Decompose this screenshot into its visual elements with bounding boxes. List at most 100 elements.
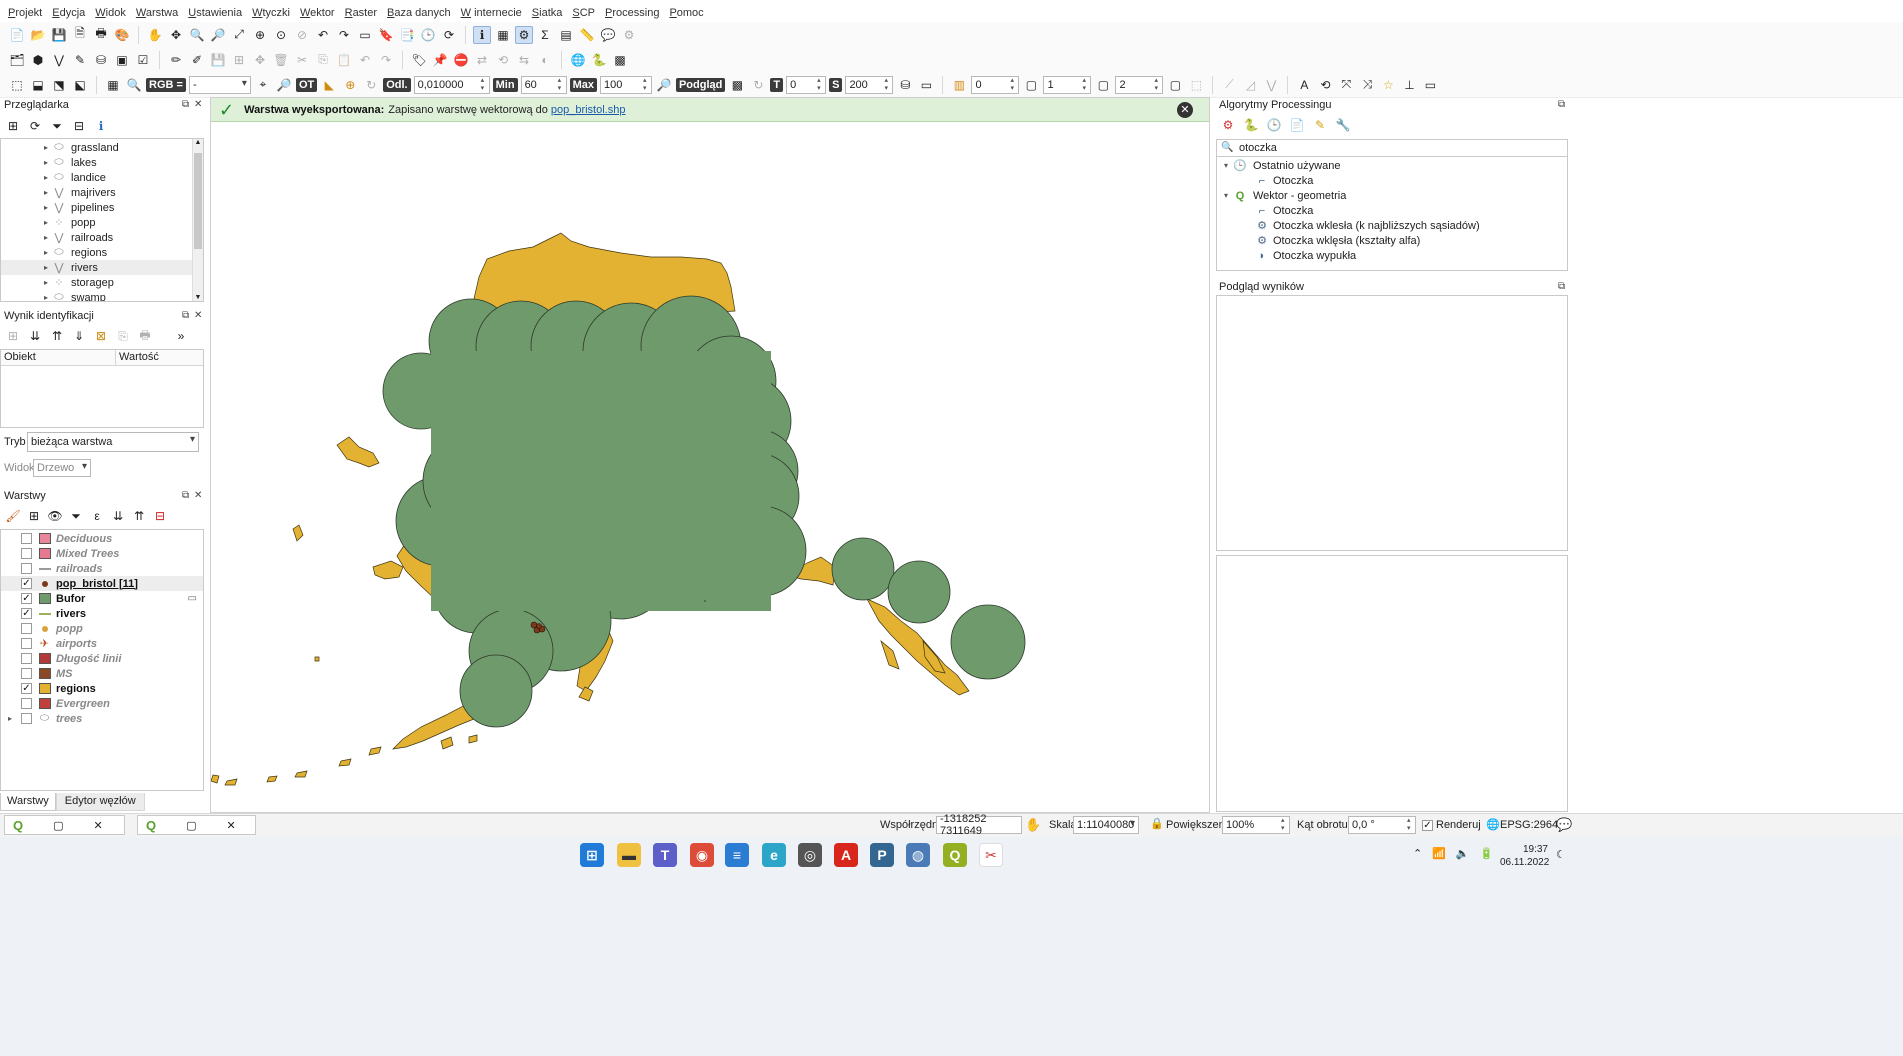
processing-models-icon[interactable]: ⚙ [1219,116,1237,134]
menu-item-9[interactable]: W internecie [461,7,522,19]
identify-more-icon[interactable]: » [172,327,190,345]
close-icon[interactable]: ✕ [94,819,103,832]
coords-toggle-icon[interactable]: ✋ [1025,817,1041,833]
zoom-full-icon[interactable]: ⤢ [230,26,248,44]
zoom-in-icon[interactable]: 🔍 [188,26,206,44]
restore-icon[interactable]: ▢ [186,819,196,832]
filter-legend-icon[interactable]: ⏷ [67,507,85,525]
menu-item-1[interactable]: Edycja [52,7,85,19]
layer-visibility-checkbox[interactable] [21,563,32,574]
moon-icon[interactable]: ☾ [1556,848,1566,861]
processing-history-icon[interactable]: 🕒 [1265,116,1283,134]
layer-row[interactable]: ✓ regions [1,681,203,696]
menu-item-13[interactable]: Pomoc [669,7,703,19]
delete-selected-icon[interactable]: 🗑 [272,51,290,69]
menu-item-11[interactable]: SCP [572,7,595,19]
refresh-icon[interactable]: ⟳ [440,26,458,44]
browser-close-icon[interactable]: ✕ [194,99,202,110]
battery-icon[interactable]: 🔋 [1480,847,1494,860]
layer-visibility-checkbox[interactable]: ✓ [21,683,32,694]
label-red-icon[interactable]: ⛔ [452,51,470,69]
edit-pencil-icon[interactable]: ✏ [167,51,185,69]
browser-item[interactable]: ▸ ⋁ pipelines [1,200,203,215]
processing-algorithm[interactable]: ⚙ Otoczka wklesła (k najbliższych sąsiadó… [1217,218,1567,233]
identify-float-icon[interactable]: ⧉ [182,310,189,321]
label-move-icon[interactable]: ⇄ [473,51,491,69]
ot-label[interactable]: OT [295,77,318,92]
identify-expand-new-icon[interactable]: ⇓ [70,327,88,345]
expand-arrow-icon[interactable]: ▸ [41,218,51,227]
scale-combo[interactable]: 1:11040080 [1073,816,1139,834]
expand-arrow-icon[interactable]: ▸ [41,203,51,212]
windows-start-icon[interactable]: ⊞ [580,843,604,867]
camera-icon[interactable]: ◎ [798,843,822,867]
remove-layer-icon[interactable]: ⊟ [151,507,169,525]
vertex-tool-icon[interactable]: ✥ [251,51,269,69]
add-vector-icon[interactable]: ⬢ [29,51,47,69]
layer-row[interactable]: MS [1,666,203,681]
browser-scrollbar[interactable]: ▲ ▼ [192,139,203,301]
sum-statistics-icon[interactable]: Σ [536,26,554,44]
odl-spinbox[interactable]: 0,010000 [413,75,490,94]
layer-row[interactable]: Evergreen [1,696,203,711]
render-checkbox[interactable]: ✓ [1422,820,1433,831]
browser-info-icon[interactable]: ℹ [92,117,110,135]
menu-item-8[interactable]: Baza danych [387,7,451,19]
layer-row[interactable]: ✈ airports [1,636,203,651]
scp-band-icon[interactable]: ▥ [950,76,968,94]
print-layout-icon[interactable]: 🖶 [92,26,110,44]
band-b-icon[interactable]: ▢ [1022,76,1040,94]
layer-visibility-checkbox[interactable]: ✓ [21,593,32,604]
browser-item[interactable]: ▸ ⬭ swamp [1,290,203,301]
expand-arrow-icon[interactable]: ▸ [41,173,51,182]
layer-visibility-checkbox[interactable] [21,623,32,634]
snip-tool-icon[interactable]: ✂ [979,843,1003,867]
toggle-edit-icon[interactable]: ✐ [188,51,206,69]
select-value-icon[interactable]: ⬓ [29,76,47,94]
expand-arrow-icon[interactable]: ▸ [41,233,51,242]
align-icon[interactable]: ⊥ [1400,76,1418,94]
band-d-icon[interactable]: ▢ [1166,76,1184,94]
pan-to-selection-icon[interactable]: ✥ [167,26,185,44]
processing-algorithm[interactable]: ⌐ Otoczka [1217,203,1567,218]
max-spinbox[interactable]: 100 [599,75,652,94]
chrome-icon[interactable]: ◉ [690,843,714,867]
zoom-last-icon[interactable]: ↶ [314,26,332,44]
wifi-icon[interactable]: 📶 [1432,847,1446,860]
raster-icon[interactable]: ▣ [113,51,131,69]
paste-icon[interactable]: 📋 [335,51,353,69]
zoom-native-icon[interactable]: ⊘ [293,26,311,44]
expand-arrow-icon[interactable]: ▸ [41,188,51,197]
layer-row[interactable]: ✓ pop_bristol [11] [1,576,203,591]
scp-redo-icon[interactable]: ↻ [362,76,380,94]
collapse-all-icon[interactable]: ⇈ [130,507,148,525]
star-icon[interactable]: ☆ [1379,76,1397,94]
digitize-b-icon[interactable]: ⟋ [1220,76,1238,94]
s-spinbox[interactable]: 200 [845,75,894,94]
new-map-view-icon[interactable]: ▭ [356,26,374,44]
scp-zoom2-icon[interactable]: 🔎 [275,76,293,94]
layer-visibility-checkbox[interactable] [21,698,32,709]
band-c-spinbox[interactable]: 2 [1115,75,1164,94]
restore-icon[interactable]: ▢ [53,819,63,832]
file-explorer-icon[interactable]: ▬ [617,843,641,867]
teams-icon[interactable]: T [653,843,677,867]
results-float-icon[interactable]: ⧉ [1558,281,1565,292]
messages-icon[interactable]: 💬 [1556,817,1572,833]
settings-gear-icon[interactable]: ⚙ [515,25,533,44]
browser-filter-icon[interactable]: ⏷ [48,117,66,135]
volume-icon[interactable]: 🔈 [1456,847,1470,860]
scp-icon[interactable]: ▩ [611,51,629,69]
zoom-layer-icon[interactable]: ⊙ [272,26,290,44]
layer-row[interactable]: Deciduous [1,531,203,546]
processing-algorithm[interactable]: ⌐ Otoczka [1217,173,1567,188]
preview-zoom-icon[interactable]: 🔎 [655,76,673,94]
edge-icon[interactable]: e [762,843,786,867]
layer-indicator-icon[interactable]: ▭ [188,593,197,604]
layer-visibility-checkbox[interactable] [21,533,32,544]
processing-algorithm[interactable]: ⚙ Otoczka wklęsła (kształty alfa) [1217,233,1567,248]
identify-col-object[interactable]: Obiekt [1,350,116,365]
cut-icon[interactable]: ✂ [293,51,311,69]
rgb-combo[interactable]: - [188,75,251,94]
mode-combo[interactable]: bieżąca warstwa [27,432,199,452]
